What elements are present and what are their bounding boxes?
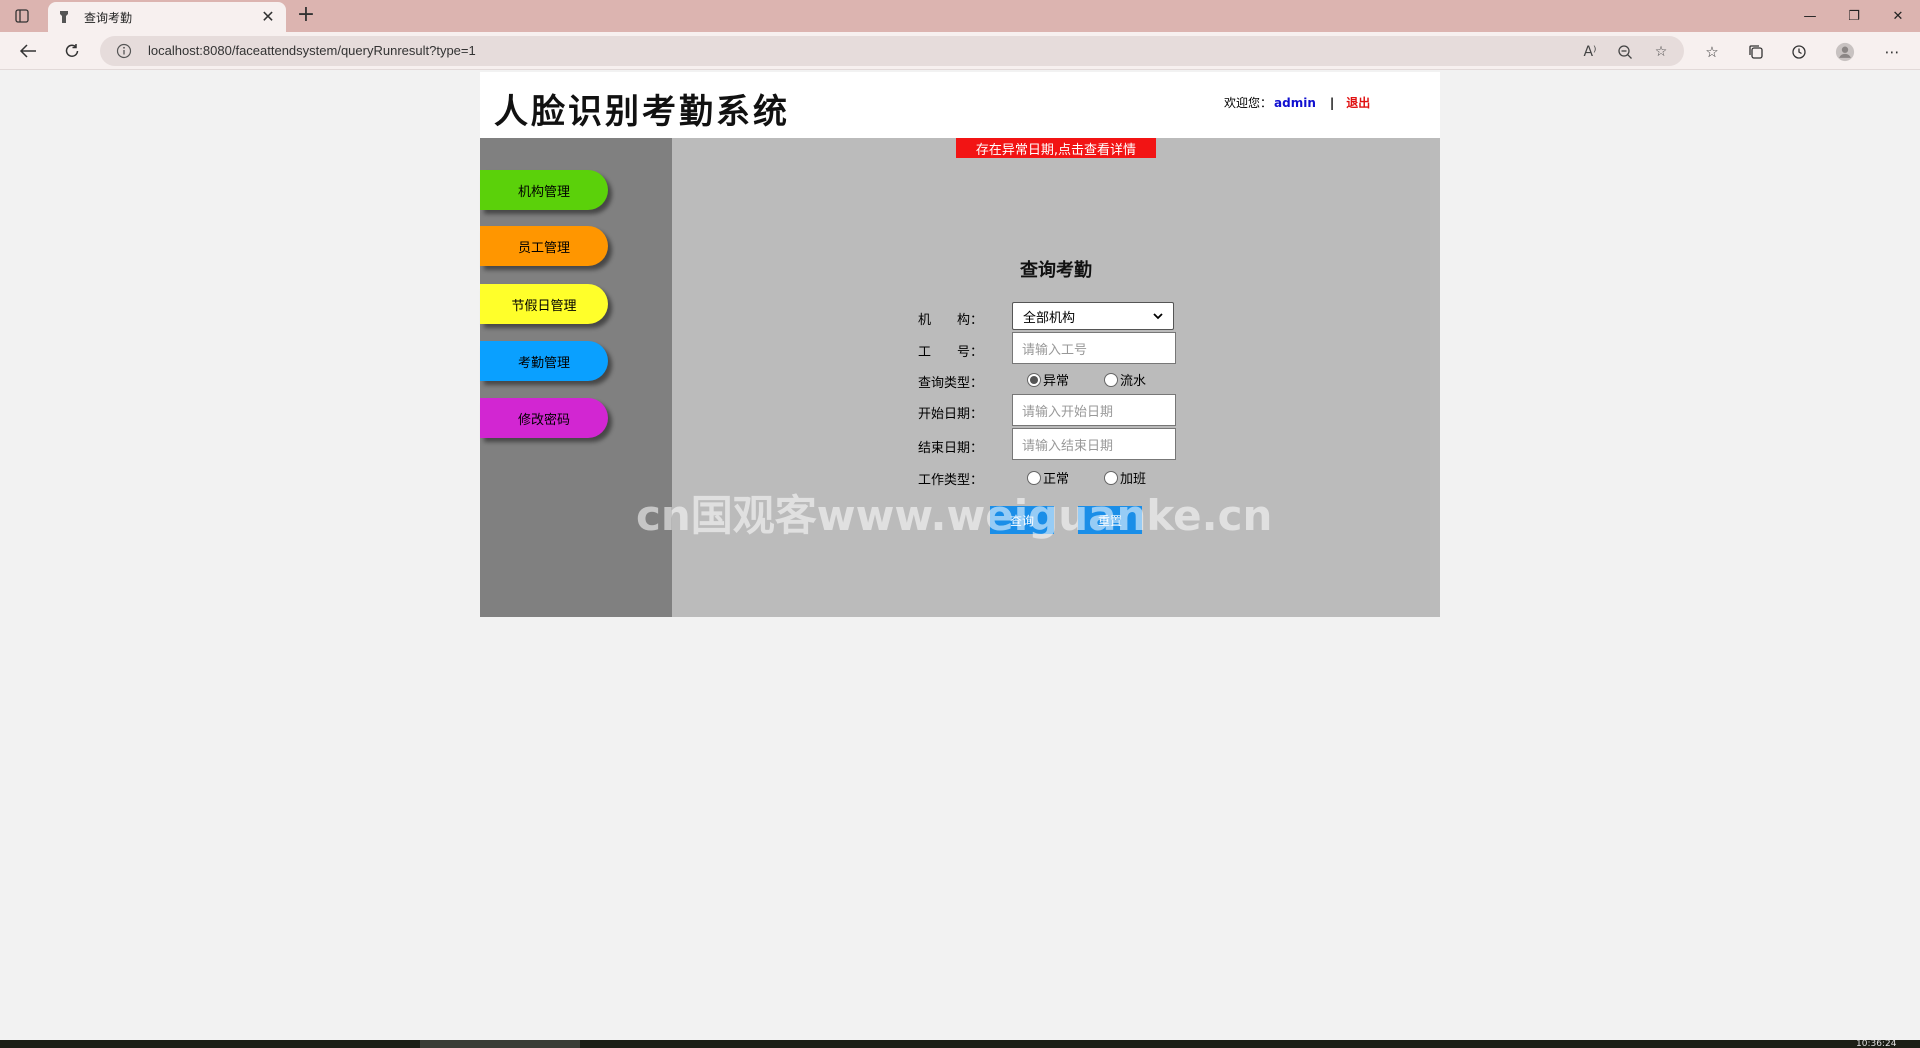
tab-close-icon[interactable]: ✕ xyxy=(260,9,276,25)
radio-flow-label: 流水 xyxy=(1120,374,1147,389)
welcome-label: 欢迎您： xyxy=(1224,96,1273,110)
end-date-input[interactable]: 请输入结束日期 xyxy=(1012,428,1176,460)
history-icon[interactable] xyxy=(1789,42,1809,62)
add-favorite-icon[interactable]: ☆ xyxy=(1651,42,1671,62)
taskbar-app-thumbnail[interactable] xyxy=(420,1040,580,1048)
url-text: localhost:8080/faceattendsystem/queryRun… xyxy=(148,43,476,58)
favorites-icon[interactable]: ☆ xyxy=(1702,42,1722,62)
radio-abnormal[interactable]: 异常 xyxy=(1027,370,1069,389)
back-icon[interactable] xyxy=(14,38,42,64)
collections-icon[interactable] xyxy=(1746,42,1766,62)
radio-flow[interactable]: 流水 xyxy=(1104,370,1146,389)
taskbar-clock: 10:36:24 xyxy=(1856,1040,1897,1048)
sidebar-item-holiday-management[interactable]: 节假日管理 xyxy=(480,284,608,324)
sidebar-item-change-password[interactable]: 修改密码 xyxy=(480,398,608,438)
new-tab-button[interactable]: + xyxy=(294,4,318,28)
browser-toolbar: localhost:8080/faceattendsystem/queryRun… xyxy=(0,32,1920,70)
browser-tab-active[interactable]: 查询考勤 ✕ xyxy=(48,2,286,32)
minimize-icon[interactable]: — xyxy=(1788,0,1832,32)
site-header: 人脸识别考勤系统 欢迎您： admin | 退出 xyxy=(480,72,1440,138)
form-title: 查询考勤 xyxy=(1020,260,1092,281)
zoom-out-icon[interactable] xyxy=(1615,42,1635,62)
restore-icon[interactable]: ❐ xyxy=(1832,0,1876,32)
sidebar: 机构管理 员工管理 节假日管理 考勤管理 修改密码 xyxy=(480,138,672,617)
org-select[interactable]: 全部机构 xyxy=(1012,302,1174,330)
browser-tab-bar: 查询考勤 ✕ + — ❐ ✕ xyxy=(0,0,1920,32)
profile-avatar-icon[interactable] xyxy=(1835,42,1855,62)
main-content: 存在异常日期,点击查看详情 查询考勤 机 构： 全部机构 工 号： 请输入工号 … xyxy=(672,138,1440,617)
tab-title: 查询考勤 xyxy=(84,10,133,25)
user-welcome: 欢迎您： admin | 退出 xyxy=(1224,94,1370,111)
watermark: cn国观客www.weiguanke.cn xyxy=(636,491,1273,540)
more-menu-icon[interactable]: ⋯ xyxy=(1882,42,1902,62)
window-controls: — ❐ ✕ xyxy=(1788,0,1920,32)
end-date-label: 结束日期： xyxy=(918,441,984,456)
username-link[interactable]: admin xyxy=(1274,96,1316,110)
refresh-icon[interactable] xyxy=(58,38,86,64)
org-label: 机 构： xyxy=(918,313,984,328)
emp-no-input[interactable]: 请输入工号 xyxy=(1012,332,1176,364)
site-info-icon[interactable] xyxy=(116,43,132,59)
emp-no-label: 工 号： xyxy=(918,345,984,360)
abnormal-date-alert[interactable]: 存在异常日期,点击查看详情 xyxy=(956,138,1156,158)
chevron-down-icon xyxy=(1153,309,1163,324)
close-window-icon[interactable]: ✕ xyxy=(1876,0,1920,32)
tab-actions-icon[interactable] xyxy=(12,7,32,25)
sidebar-item-employee-management[interactable]: 员工管理 xyxy=(480,226,608,266)
sidebar-item-attendance-management[interactable]: 考勤管理 xyxy=(480,341,608,381)
site-logo: 人脸识别考勤系统 xyxy=(494,92,790,132)
read-aloud-icon[interactable]: A⁾ xyxy=(1580,42,1600,62)
org-selected-value: 全部机构 xyxy=(1023,310,1076,326)
start-date-input[interactable]: 请输入开始日期 xyxy=(1012,394,1176,426)
start-date-label: 开始日期： xyxy=(918,407,984,422)
taskbar: 10:36:24 xyxy=(0,1040,1920,1048)
sidebar-item-org-management[interactable]: 机构管理 xyxy=(480,170,608,210)
radio-flow-dot[interactable] xyxy=(1104,372,1118,387)
radio-abnormal-label: 异常 xyxy=(1043,374,1070,389)
address-bar[interactable]: localhost:8080/faceattendsystem/queryRun… xyxy=(100,36,1684,66)
page-favicon-icon xyxy=(58,9,72,25)
separator: | xyxy=(1329,95,1335,110)
logout-link[interactable]: 退出 xyxy=(1346,94,1370,111)
radio-abnormal-dot[interactable] xyxy=(1027,372,1041,387)
query-type-label: 查询类型： xyxy=(918,376,984,391)
